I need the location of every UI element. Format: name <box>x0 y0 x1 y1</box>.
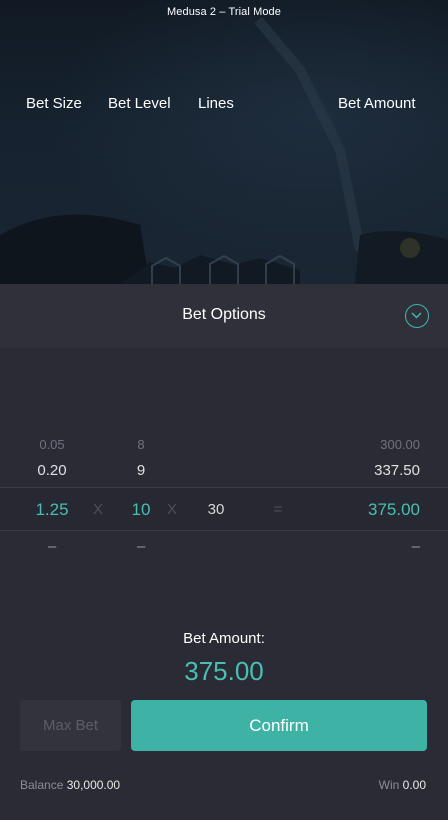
bet-size-option[interactable]: 0.20 <box>22 462 82 479</box>
bet-amount-value: 375.00 <box>184 656 264 686</box>
balance-display: Balance 30,000.00 <box>20 778 120 792</box>
bet-size-option[interactable]: 0.05 <box>22 437 82 452</box>
bet-amount-option[interactable]: – <box>380 538 420 555</box>
bet-size-selected[interactable]: 1.25 <box>22 500 82 520</box>
chevron-down-icon <box>411 312 422 319</box>
header-bet-amount: Bet Amount <box>338 95 416 112</box>
panel-title: Bet Options <box>182 306 266 323</box>
max-bet-button[interactable]: Max Bet <box>20 700 121 751</box>
win-value: 0.00 <box>402 778 426 792</box>
lines-value: 30 <box>207 501 225 518</box>
bet-size-option[interactable]: – <box>22 538 82 555</box>
header-lines: Lines <box>198 95 234 112</box>
bet-amount-option[interactable]: 300.00 <box>360 437 420 452</box>
bet-level-option[interactable]: 8 <box>121 437 161 452</box>
multiply-sign: X <box>92 501 103 518</box>
win-display: Win 0.00 <box>379 778 426 792</box>
game-background: Medusa 2 – Trial Mode <box>0 0 448 284</box>
bet-amount-option[interactable]: 337.50 <box>350 462 420 479</box>
balance-value: 30,000.00 <box>66 778 121 792</box>
window-title: Medusa 2 – Trial Mode <box>167 6 281 18</box>
panel-header: Bet Options <box>0 284 448 348</box>
bet-amount-selected[interactable]: 375.00 <box>340 500 420 520</box>
bet-level-option[interactable]: – <box>121 538 161 555</box>
bet-level-option[interactable]: 9 <box>121 462 161 479</box>
confirm-button[interactable]: Confirm <box>131 700 427 751</box>
bet-amount-label: Bet Amount: <box>183 630 265 647</box>
scene-art <box>0 16 448 284</box>
equals-sign: = <box>273 501 283 518</box>
multiply-sign: X <box>166 501 177 518</box>
header-bet-level: Bet Level <box>108 95 171 112</box>
header-bet-size: Bet Size <box>26 95 82 112</box>
collapse-button[interactable] <box>405 304 429 328</box>
balance-label: Balance <box>20 778 64 792</box>
win-label: Win <box>378 778 400 792</box>
bet-level-selected[interactable]: 10 <box>121 500 161 520</box>
